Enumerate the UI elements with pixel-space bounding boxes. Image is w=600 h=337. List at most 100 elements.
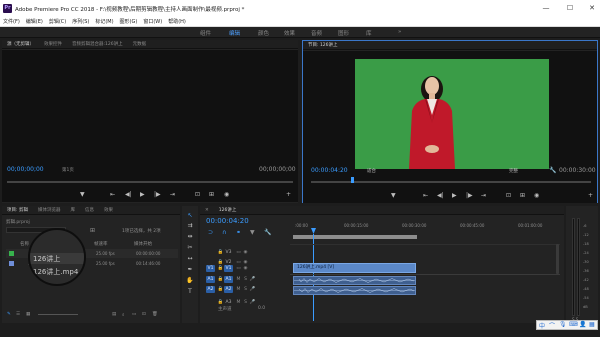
audio-clip-a1[interactable] [293,276,416,285]
tab-project[interactable]: 项目: 剪辑 [2,206,33,214]
workspace-graphics[interactable]: 图形 [338,29,349,37]
menu-help[interactable]: 帮助(H) [165,17,189,27]
overwrite-icon[interactable]: ⊞ [209,191,214,198]
solo-icon[interactable]: S [242,287,249,292]
ripple-edit-tool-icon[interactable]: ⇹ [186,233,194,241]
go-to-out-icon[interactable]: ⇥ [481,192,486,199]
target-a1[interactable]: A1 [206,276,215,283]
maximize-button[interactable]: ☐ [564,3,576,14]
timeline-timecode[interactable]: 00:00:04:20 [206,217,249,225]
new-bin-icon[interactable]: ⊞ [90,227,95,234]
automate-icon[interactable]: ▤ [112,312,116,317]
freeform-view-icon[interactable]: ▦ [26,312,30,317]
source-scrubber[interactable] [7,181,293,183]
clear-icon[interactable]: 🗑 [152,312,158,317]
settings-wrench-icon[interactable]: 🔧 [264,229,271,236]
lift-icon[interactable]: ⊡ [506,192,511,199]
zoom-slider[interactable] [38,314,78,315]
play-icon[interactable]: ▶ [452,192,457,199]
ime-grid-icon[interactable]: ▦ [589,321,595,328]
menu-sequence[interactable]: 序列(S) [69,17,92,27]
lock-icon[interactable]: 🔒 [217,266,224,271]
workspace-color[interactable]: 颜色 [258,29,269,37]
source-timecode-left[interactable]: 00;00;00;00 [7,166,44,173]
tab-effects[interactable]: 效果 [99,206,118,214]
timeline-vertical-scrollbar[interactable] [556,244,559,274]
workspace-libraries[interactable]: 库 [366,29,372,37]
tab-info[interactable]: 信息 [80,206,99,214]
tab-audio-clip-mixer[interactable]: 音频剪辑混合器:126讲上 [67,40,128,48]
add-marker-icon[interactable]: ▼ [250,229,255,236]
lock-icon[interactable]: 🔒 [217,277,224,282]
step-back-icon[interactable]: ◀| [125,191,132,198]
target-a2[interactable]: A2 [206,286,215,293]
nest-toggle-icon[interactable]: ⊃ [208,229,213,236]
workspace-effects[interactable]: 效果 [284,29,295,37]
export-frame-icon[interactable]: ◉ [224,191,229,198]
eye-icon[interactable]: ◉ [242,266,249,271]
quality-select[interactable]: 完整 [509,168,518,174]
step-forward-icon[interactable]: |▶ [466,192,473,199]
minimize-button[interactable]: — [540,3,552,14]
audio-clip-a2[interactable] [293,286,416,295]
insert-icon[interactable]: ⊡ [195,191,200,198]
ime-punct-icon[interactable]: ⌒ [549,321,555,330]
find-icon[interactable]: ⌕ [122,312,125,318]
add-button-icon[interactable]: + [588,192,593,199]
menu-file[interactable]: 文件(F) [0,17,23,27]
workspace-assembly[interactable]: 组件 [200,29,211,37]
snap-icon[interactable]: ∩ [222,229,226,236]
master-volume[interactable]: 0.0 [258,306,265,311]
step-forward-icon[interactable]: |▶ [154,191,161,198]
list-view-icon[interactable]: ✎ [7,312,11,317]
ime-keyboard-icon[interactable]: ⌨ [569,321,578,328]
go-to-in-icon[interactable]: ⇤ [110,191,115,198]
extract-icon[interactable]: ⊞ [520,192,525,199]
selection-tool-icon[interactable]: ↖ [186,212,194,220]
ime-user-icon[interactable]: 👤 [579,321,586,328]
source-viewer[interactable] [2,50,298,202]
step-back-icon[interactable]: ◀| [437,192,444,199]
linked-selection-icon[interactable]: ⚭ [236,229,241,236]
type-tool-icon[interactable]: T [186,288,194,296]
work-area-bar[interactable] [293,235,417,239]
go-to-out-icon[interactable]: ⇥ [170,191,175,198]
column-name[interactable]: 名称 [20,241,29,247]
tab-source[interactable]: 源（无剪辑） [2,40,39,48]
mark-in-icon[interactable]: ▼ [80,191,85,198]
wrench-icon[interactable]: 🔧 [549,167,556,174]
lock-icon[interactable]: 🔒 [217,250,224,255]
column-frame-rate[interactable]: 帧速率 [94,241,108,247]
menu-clip[interactable]: 剪辑(C) [46,17,69,27]
workspace-editing[interactable]: 编辑 [229,29,240,37]
menu-marker[interactable]: 标记(M) [92,17,116,27]
tab-metadata[interactable]: 元数据 [128,40,152,48]
menu-graphics[interactable]: 图形(G) [117,17,141,27]
new-bin-icon[interactable]: ▭ [132,312,136,317]
export-frame-icon[interactable]: ◉ [534,192,539,199]
close-button[interactable]: ✕ [586,3,598,14]
hand-tool-icon[interactable]: ✋ [186,277,194,285]
mute-icon[interactable]: M [235,287,242,292]
tab-sequence[interactable]: 126讲上 [214,206,242,214]
ime-mic-icon[interactable]: 🎙 [559,321,567,328]
fit-select[interactable]: 适合 [367,168,376,174]
lock-icon[interactable]: 🔒 [217,287,224,292]
solo-icon[interactable]: S [242,277,249,282]
target-v1[interactable]: V1 [206,265,215,272]
program-playhead[interactable] [351,177,354,183]
program-timecode[interactable]: 00:00:04:20 [311,167,348,174]
tab-libraries[interactable]: 库 [65,206,80,214]
column-media-start[interactable]: 媒体开始 [134,241,152,247]
video-clip[interactable]: 126讲上.mp4 [V] [293,263,416,273]
add-button-icon[interactable]: + [286,191,291,198]
workspace-audio[interactable]: 音频 [311,29,322,37]
source-page-select[interactable]: 第1页 [62,167,74,173]
go-to-in-icon[interactable]: ⇤ [423,192,428,199]
menu-edit[interactable]: 编辑(E) [23,17,46,27]
track-select-tool-icon[interactable]: ⇉ [186,222,194,230]
sync-icon[interactable]: ▭ [235,250,242,255]
tab-effect-controls[interactable]: 效果控件 [39,40,67,48]
workspace-more[interactable]: » [398,29,401,35]
menu-window[interactable]: 窗口(W) [140,17,165,27]
